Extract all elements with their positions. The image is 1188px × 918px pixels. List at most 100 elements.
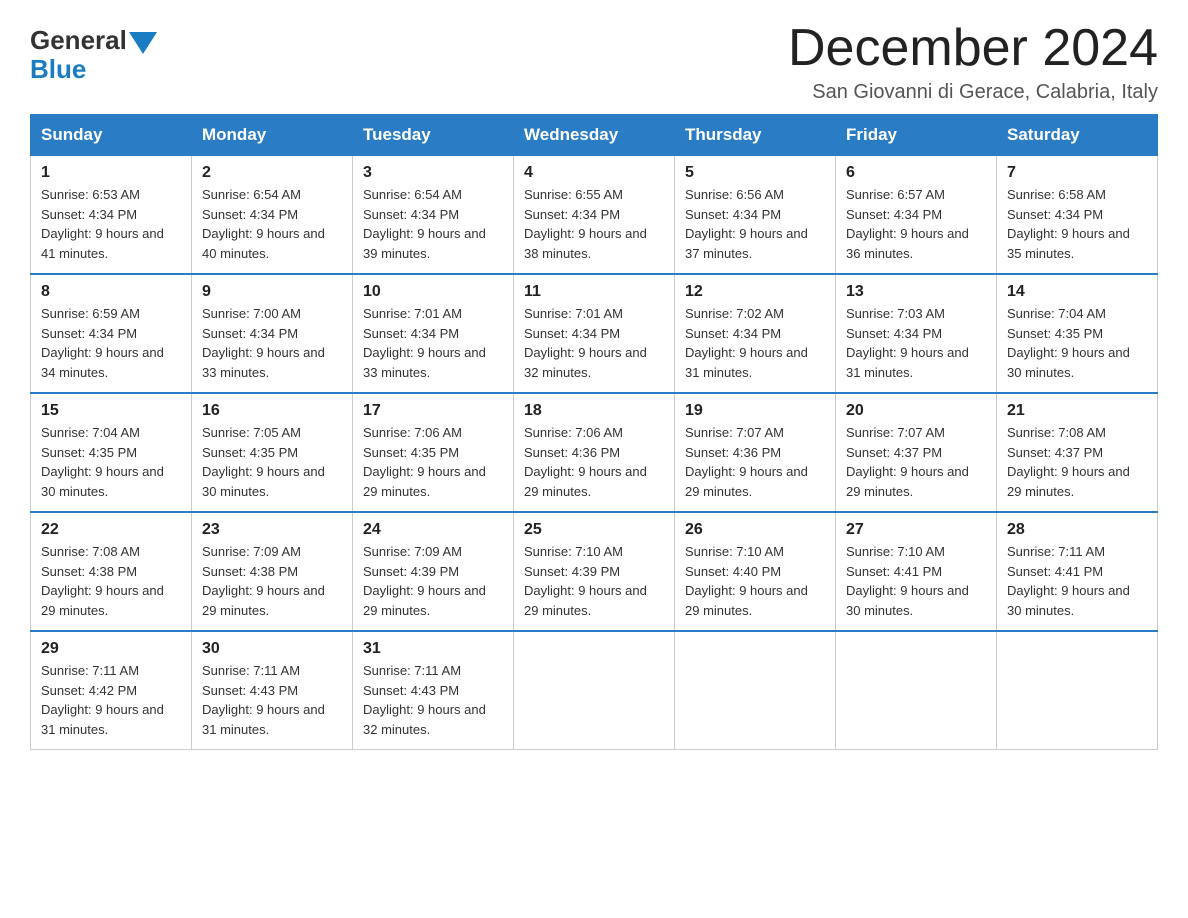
day-number: 16 (202, 402, 342, 420)
day-info: Sunrise: 7:06 AMSunset: 4:36 PMDaylight:… (524, 425, 647, 499)
calendar-cell (514, 631, 675, 750)
day-info: Sunrise: 6:57 AMSunset: 4:34 PMDaylight:… (846, 187, 969, 261)
day-number: 20 (846, 402, 986, 420)
day-number: 19 (685, 402, 825, 420)
calendar-cell: 6 Sunrise: 6:57 AMSunset: 4:34 PMDayligh… (836, 156, 997, 275)
header-sunday: Sunday (31, 115, 192, 156)
calendar-cell: 20 Sunrise: 7:07 AMSunset: 4:37 PMDaylig… (836, 393, 997, 512)
calendar-cell: 7 Sunrise: 6:58 AMSunset: 4:34 PMDayligh… (997, 156, 1158, 275)
day-number: 24 (363, 521, 503, 539)
calendar-cell: 24 Sunrise: 7:09 AMSunset: 4:39 PMDaylig… (353, 512, 514, 631)
day-number: 21 (1007, 402, 1147, 420)
day-number: 23 (202, 521, 342, 539)
header-friday: Friday (836, 115, 997, 156)
logo-blue-text: Blue (30, 54, 86, 85)
day-number: 30 (202, 640, 342, 658)
header-thursday: Thursday (675, 115, 836, 156)
day-number: 9 (202, 283, 342, 301)
title-section: December 2024 San Giovanni di Gerace, Ca… (788, 20, 1158, 104)
day-info: Sunrise: 7:04 AMSunset: 4:35 PMDaylight:… (1007, 306, 1130, 380)
day-info: Sunrise: 6:53 AMSunset: 4:34 PMDaylight:… (41, 187, 164, 261)
calendar-header-row: SundayMondayTuesdayWednesdayThursdayFrid… (31, 115, 1158, 156)
header-monday: Monday (192, 115, 353, 156)
calendar-cell: 28 Sunrise: 7:11 AMSunset: 4:41 PMDaylig… (997, 512, 1158, 631)
day-info: Sunrise: 6:59 AMSunset: 4:34 PMDaylight:… (41, 306, 164, 380)
header-wednesday: Wednesday (514, 115, 675, 156)
day-number: 5 (685, 164, 825, 182)
day-info: Sunrise: 6:58 AMSunset: 4:34 PMDaylight:… (1007, 187, 1130, 261)
calendar-week-4: 22 Sunrise: 7:08 AMSunset: 4:38 PMDaylig… (31, 512, 1158, 631)
day-number: 1 (41, 164, 181, 182)
calendar-cell: 16 Sunrise: 7:05 AMSunset: 4:35 PMDaylig… (192, 393, 353, 512)
day-info: Sunrise: 6:54 AMSunset: 4:34 PMDaylight:… (202, 187, 325, 261)
calendar-cell: 19 Sunrise: 7:07 AMSunset: 4:36 PMDaylig… (675, 393, 836, 512)
calendar-cell: 17 Sunrise: 7:06 AMSunset: 4:35 PMDaylig… (353, 393, 514, 512)
day-info: Sunrise: 7:06 AMSunset: 4:35 PMDaylight:… (363, 425, 486, 499)
day-info: Sunrise: 7:11 AMSunset: 4:41 PMDaylight:… (1007, 544, 1130, 618)
calendar-cell (997, 631, 1158, 750)
calendar-cell: 30 Sunrise: 7:11 AMSunset: 4:43 PMDaylig… (192, 631, 353, 750)
day-info: Sunrise: 7:09 AMSunset: 4:39 PMDaylight:… (363, 544, 486, 618)
day-number: 13 (846, 283, 986, 301)
day-info: Sunrise: 7:11 AMSunset: 4:43 PMDaylight:… (363, 663, 486, 737)
day-info: Sunrise: 6:56 AMSunset: 4:34 PMDaylight:… (685, 187, 808, 261)
day-number: 28 (1007, 521, 1147, 539)
calendar-cell: 11 Sunrise: 7:01 AMSunset: 4:34 PMDaylig… (514, 274, 675, 393)
day-info: Sunrise: 7:08 AMSunset: 4:38 PMDaylight:… (41, 544, 164, 618)
day-number: 17 (363, 402, 503, 420)
day-number: 6 (846, 164, 986, 182)
day-number: 31 (363, 640, 503, 658)
calendar-cell: 23 Sunrise: 7:09 AMSunset: 4:38 PMDaylig… (192, 512, 353, 631)
day-number: 29 (41, 640, 181, 658)
calendar-cell: 8 Sunrise: 6:59 AMSunset: 4:34 PMDayligh… (31, 274, 192, 393)
calendar-cell: 3 Sunrise: 6:54 AMSunset: 4:34 PMDayligh… (353, 156, 514, 275)
day-number: 18 (524, 402, 664, 420)
day-info: Sunrise: 7:03 AMSunset: 4:34 PMDaylight:… (846, 306, 969, 380)
calendar-week-5: 29 Sunrise: 7:11 AMSunset: 4:42 PMDaylig… (31, 631, 1158, 750)
day-number: 4 (524, 164, 664, 182)
logo: General Blue (30, 25, 157, 85)
calendar-cell: 12 Sunrise: 7:02 AMSunset: 4:34 PMDaylig… (675, 274, 836, 393)
day-number: 3 (363, 164, 503, 182)
day-number: 2 (202, 164, 342, 182)
calendar-week-1: 1 Sunrise: 6:53 AMSunset: 4:34 PMDayligh… (31, 156, 1158, 275)
calendar-cell: 4 Sunrise: 6:55 AMSunset: 4:34 PMDayligh… (514, 156, 675, 275)
page-header: General Blue December 2024 San Giovanni … (30, 20, 1158, 104)
day-info: Sunrise: 7:02 AMSunset: 4:34 PMDaylight:… (685, 306, 808, 380)
logo-triangle-icon (129, 32, 157, 54)
day-number: 8 (41, 283, 181, 301)
day-info: Sunrise: 7:10 AMSunset: 4:40 PMDaylight:… (685, 544, 808, 618)
calendar-cell: 9 Sunrise: 7:00 AMSunset: 4:34 PMDayligh… (192, 274, 353, 393)
day-info: Sunrise: 7:07 AMSunset: 4:37 PMDaylight:… (846, 425, 969, 499)
day-info: Sunrise: 7:01 AMSunset: 4:34 PMDaylight:… (363, 306, 486, 380)
day-info: Sunrise: 7:09 AMSunset: 4:38 PMDaylight:… (202, 544, 325, 618)
day-info: Sunrise: 7:05 AMSunset: 4:35 PMDaylight:… (202, 425, 325, 499)
day-number: 10 (363, 283, 503, 301)
header-tuesday: Tuesday (353, 115, 514, 156)
calendar-cell: 2 Sunrise: 6:54 AMSunset: 4:34 PMDayligh… (192, 156, 353, 275)
day-info: Sunrise: 7:11 AMSunset: 4:42 PMDaylight:… (41, 663, 164, 737)
calendar-cell: 31 Sunrise: 7:11 AMSunset: 4:43 PMDaylig… (353, 631, 514, 750)
day-number: 26 (685, 521, 825, 539)
calendar-cell (675, 631, 836, 750)
day-number: 22 (41, 521, 181, 539)
day-number: 27 (846, 521, 986, 539)
calendar-cell: 14 Sunrise: 7:04 AMSunset: 4:35 PMDaylig… (997, 274, 1158, 393)
month-title: December 2024 (788, 20, 1158, 77)
day-info: Sunrise: 7:00 AMSunset: 4:34 PMDaylight:… (202, 306, 325, 380)
day-number: 12 (685, 283, 825, 301)
day-number: 11 (524, 283, 664, 301)
day-number: 15 (41, 402, 181, 420)
calendar-table: SundayMondayTuesdayWednesdayThursdayFrid… (30, 114, 1158, 750)
header-saturday: Saturday (997, 115, 1158, 156)
calendar-week-2: 8 Sunrise: 6:59 AMSunset: 4:34 PMDayligh… (31, 274, 1158, 393)
logo-general-text: General (30, 25, 127, 56)
day-info: Sunrise: 7:01 AMSunset: 4:34 PMDaylight:… (524, 306, 647, 380)
day-number: 25 (524, 521, 664, 539)
calendar-cell: 5 Sunrise: 6:56 AMSunset: 4:34 PMDayligh… (675, 156, 836, 275)
calendar-cell: 25 Sunrise: 7:10 AMSunset: 4:39 PMDaylig… (514, 512, 675, 631)
calendar-cell: 13 Sunrise: 7:03 AMSunset: 4:34 PMDaylig… (836, 274, 997, 393)
day-number: 7 (1007, 164, 1147, 182)
calendar-cell: 21 Sunrise: 7:08 AMSunset: 4:37 PMDaylig… (997, 393, 1158, 512)
calendar-cell: 18 Sunrise: 7:06 AMSunset: 4:36 PMDaylig… (514, 393, 675, 512)
